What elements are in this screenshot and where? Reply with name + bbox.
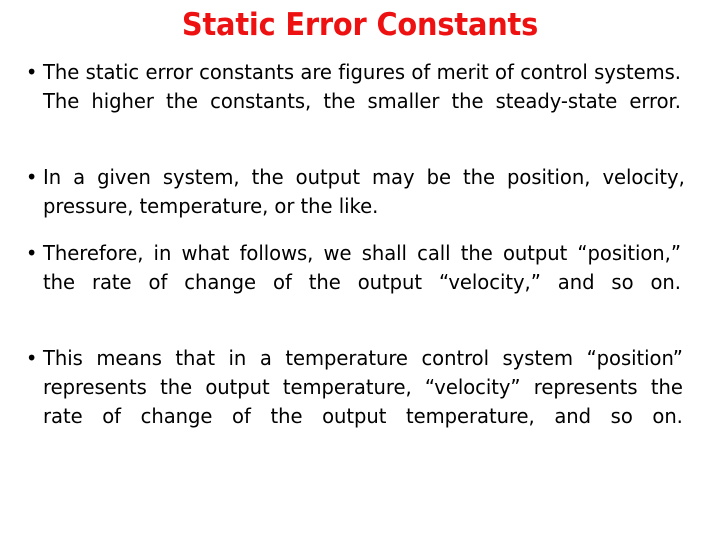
list-item: • In a given system, the output may be t… xyxy=(22,163,685,221)
list-item: • Therefore, in what follows, we shall c… xyxy=(22,239,681,326)
page-title: Static Error Constants xyxy=(181,7,539,43)
list-item-text: This means that in a temperature control… xyxy=(43,346,683,428)
bullet-point-icon: • xyxy=(25,60,38,84)
list-item-text: The static error constants are figures o… xyxy=(43,60,681,113)
slide-canvas: Static Error Constants • The static erro… xyxy=(0,0,720,540)
slide-body: • The static error constants are figures… xyxy=(22,58,698,460)
list-item: • This means that in a temperature contr… xyxy=(22,344,683,460)
list-item: • The static error constants are figures… xyxy=(22,58,681,145)
bullet-point-icon: • xyxy=(25,165,38,189)
bullet-point-icon: • xyxy=(25,241,38,265)
bullet-point-icon: • xyxy=(25,346,38,370)
list-item-text: Therefore, in what follows, we shall cal… xyxy=(43,241,681,294)
list-item-text: In a given system, the output may be the… xyxy=(43,165,685,218)
